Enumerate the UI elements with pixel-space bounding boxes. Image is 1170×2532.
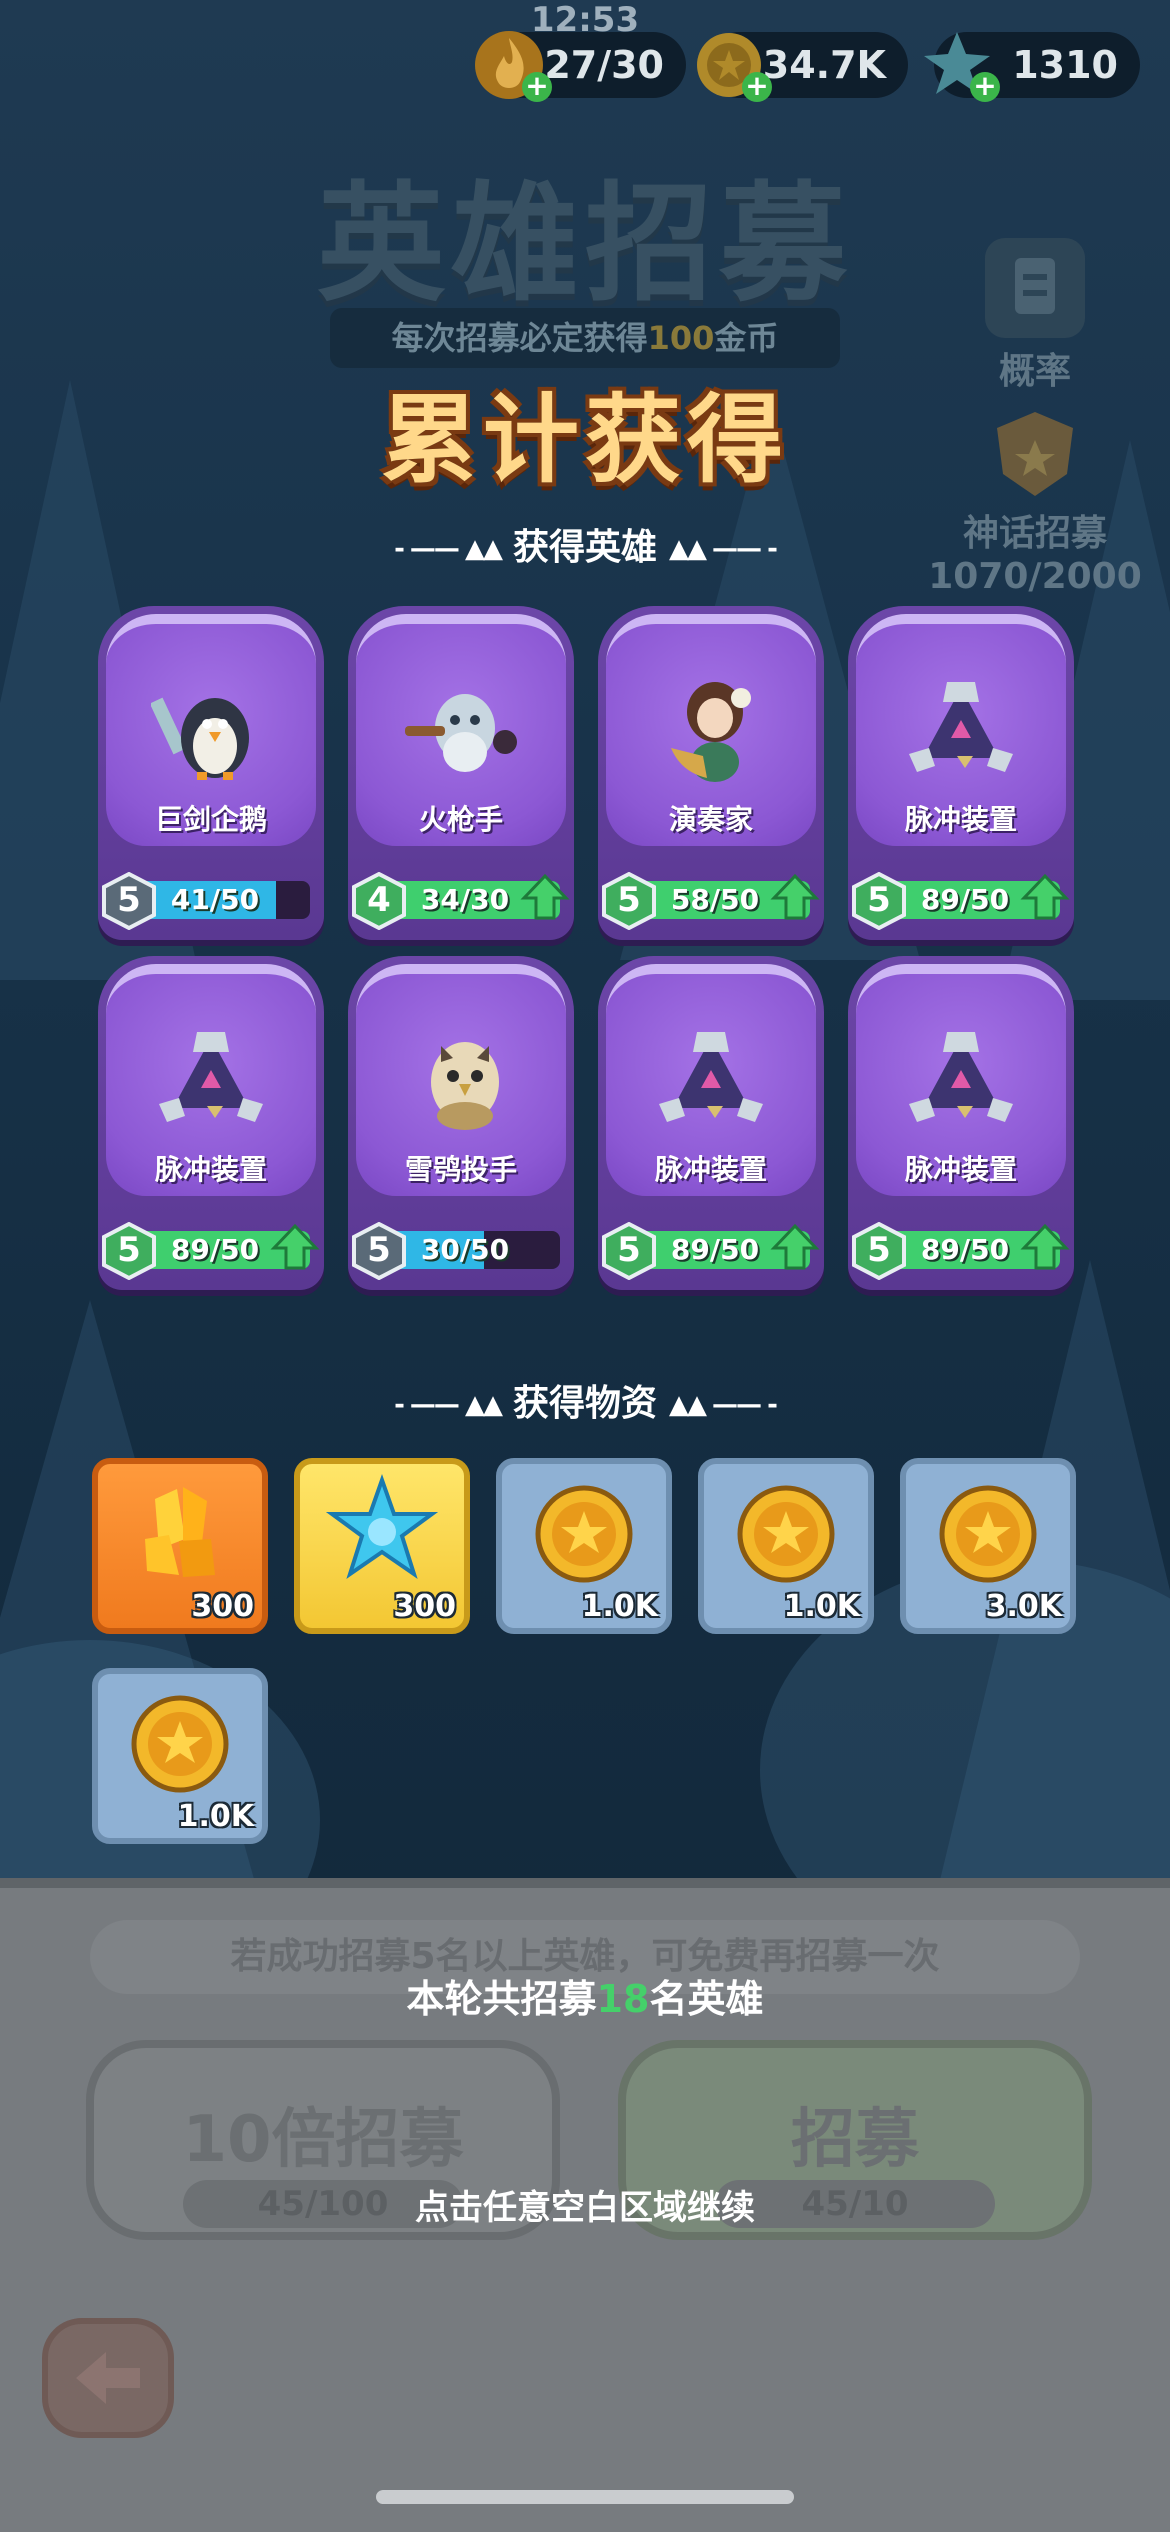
hero-card[interactable]: 雪鸮投手 30/50 5 [348, 956, 574, 1290]
reward-count: 300 [393, 1589, 456, 1624]
pulse-device-portrait [151, 1018, 271, 1138]
hero-level: 4 [367, 880, 391, 920]
hero-card[interactable]: 脉冲装置 89/50 5 [848, 606, 1074, 940]
hero-level-badge: 4 [352, 871, 406, 931]
hero-level: 5 [117, 880, 141, 920]
items-section-title: 获得物资 [512, 1383, 657, 1424]
reward-count: 1.0K [581, 1589, 658, 1624]
upgrade-arrow-icon[interactable] [1020, 872, 1070, 922]
hero-name: 雪鸮投手 [404, 1153, 517, 1186]
upgrade-arrow-icon[interactable] [770, 1222, 820, 1272]
document-icon [985, 238, 1085, 338]
upgrade-arrow-icon[interactable] [270, 1222, 320, 1272]
reward-count: 1.0K [177, 1799, 254, 1834]
recruit-label: 招募 [791, 2103, 919, 2177]
recruit-summary: 本轮共招募18名英雄 [0, 1968, 1170, 2023]
hero-name: 脉冲装置 [904, 1153, 1017, 1186]
hero-level: 5 [617, 1230, 641, 1270]
hero-name: 演奏家 [668, 803, 753, 836]
hero-level-badge: 5 [602, 871, 656, 931]
hero-card[interactable]: 演奏家 58/50 5 [598, 606, 824, 940]
reward-item[interactable]: 1.0K [496, 1458, 672, 1634]
gold-coin-icon [933, 1479, 1043, 1593]
hero-level-badge: 5 [352, 1221, 406, 1281]
hero-card[interactable]: 脉冲装置 89/50 5 [598, 956, 824, 1290]
hero-card[interactable]: 巨剑企鹅 41/50 5 [98, 606, 324, 940]
energy-value: 27/30 [544, 43, 664, 87]
upgrade-arrow-icon[interactable] [520, 872, 570, 922]
divider-right: ▲▲ —— - [669, 1390, 778, 1420]
hero-level: 5 [117, 1230, 141, 1270]
divider-right: ▲▲ —— - [669, 534, 778, 564]
hero-level-badge: 5 [852, 1221, 906, 1281]
pulse-device-portrait [901, 668, 1021, 788]
gold-coin-icon [529, 1479, 639, 1593]
reward-count: 1.0K [783, 1589, 860, 1624]
energy-counter[interactable]: + 27/30 [475, 31, 686, 102]
back-button[interactable] [42, 2318, 174, 2438]
reward-item[interactable]: 300 [92, 1458, 268, 1634]
hero-level: 5 [867, 880, 891, 920]
divider-left: - —— ▲▲ [394, 1390, 503, 1420]
hero-name: 脉冲装置 [154, 1153, 267, 1186]
hero-name: 火枪手 [418, 803, 503, 836]
guarantee-prefix: 每次招募必定获得 [391, 319, 648, 357]
blue-snowflake-icon [322, 1474, 442, 1598]
hero-name: 巨剑企鹅 [154, 803, 267, 836]
crystal-value: 1310 [1012, 43, 1118, 87]
crystal-counter[interactable]: + 1310 [924, 32, 1140, 102]
gold-crystal-icon [125, 1479, 235, 1593]
result-title: 累计获得 [381, 384, 789, 496]
heroes-section-title: 获得英雄 [512, 527, 657, 568]
guarantee-banner: 每次招募必定获得100金币 [330, 308, 840, 368]
upgrade-arrow-icon[interactable] [1020, 1222, 1070, 1272]
hero-level-badge: 5 [102, 871, 156, 931]
hero-card[interactable]: 火枪手 34/30 4 [348, 606, 574, 940]
upgrade-arrow-icon[interactable] [770, 872, 820, 922]
recruit-prefix: 本轮共招募 [406, 1977, 597, 2021]
gold-coin-icon [731, 1479, 841, 1593]
add-crystal-icon[interactable]: + [970, 72, 1000, 102]
home-indicator[interactable] [376, 2490, 794, 2504]
reward-count: 300 [191, 1589, 254, 1624]
recruit-count: 18 [596, 1977, 650, 2021]
continue-hint[interactable]: 点击任意空白区域继续 [0, 2180, 1170, 2229]
penguin-sword-portrait [149, 668, 271, 788]
gold-coin-icon [125, 1689, 235, 1803]
pulse-device-portrait [651, 1018, 771, 1138]
reward-count: 3.0K [985, 1589, 1062, 1624]
reward-item[interactable]: 300 [294, 1458, 470, 1634]
snow-owl-portrait [401, 1018, 521, 1138]
guarantee-suffix: 金币 [714, 319, 779, 357]
gold-counter[interactable]: + 34.7K [697, 32, 908, 102]
back-arrow-icon [76, 2352, 140, 2404]
hero-level-badge: 5 [602, 1221, 656, 1281]
musketeer-portrait [401, 668, 521, 788]
hero-level: 5 [617, 880, 641, 920]
hero-level: 5 [367, 1230, 391, 1270]
divider-left: - —— ▲▲ [394, 534, 503, 564]
ten-x-recruit-label: 10倍招募 [182, 2103, 464, 2177]
guarantee-amount: 100 [647, 319, 715, 357]
hero-card[interactable]: 脉冲装置 89/50 5 [848, 956, 1074, 1290]
reward-item[interactable]: 1.0K [698, 1458, 874, 1634]
pulse-device-portrait [901, 1018, 1021, 1138]
reward-item[interactable]: 1.0K [92, 1668, 268, 1844]
gold-value: 34.7K [762, 43, 886, 87]
add-energy-icon[interactable]: + [522, 72, 552, 102]
items-section-header: - —— ▲▲ 获得物资 ▲▲ —— - [0, 1374, 1170, 1426]
recruit-suffix: 名英雄 [649, 1977, 764, 2021]
add-gold-icon[interactable]: + [742, 72, 772, 102]
hero-level-badge: 5 [102, 1221, 156, 1281]
hero-level-badge: 5 [852, 871, 906, 931]
hero-card[interactable]: 脉冲装置 89/50 5 [98, 956, 324, 1290]
panel-edge [0, 1878, 1170, 1888]
harpist-portrait [651, 668, 771, 788]
hero-name: 脉冲装置 [654, 1153, 767, 1186]
reward-item[interactable]: 3.0K [900, 1458, 1076, 1634]
hero-name: 脉冲装置 [904, 803, 1017, 836]
heroes-section-header: - —— ▲▲ 获得英雄 ▲▲ —— - [0, 518, 1170, 570]
hero-level: 5 [867, 1230, 891, 1270]
